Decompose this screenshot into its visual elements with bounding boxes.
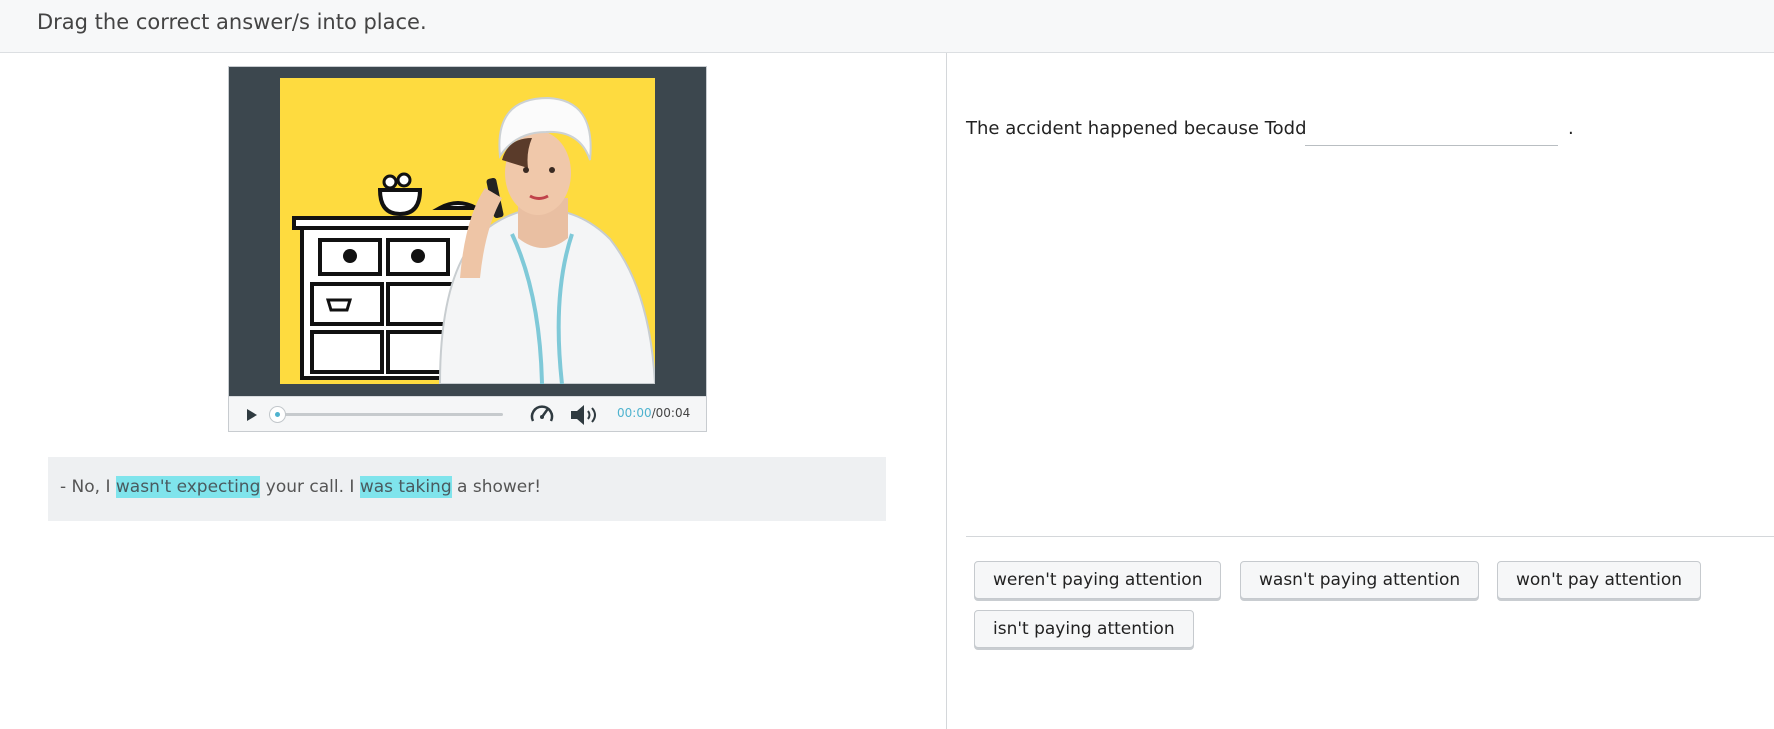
play-icon[interactable] — [241, 405, 261, 425]
playback-speed-icon[interactable] — [529, 402, 555, 428]
seek-handle[interactable] — [269, 406, 286, 423]
transcript-middle: your call. I — [260, 477, 360, 497]
current-time: 00:00 — [617, 406, 652, 420]
answer-drop-zone[interactable] — [1305, 145, 1558, 146]
player-controls: 00:00/00:04 — [229, 396, 706, 431]
transcript-box: - No, I wasn't expecting your call. I wa… — [48, 457, 886, 521]
sentence-end: . — [1568, 118, 1574, 139]
transcript-highlight: was taking — [359, 476, 452, 498]
transcript-prefix: - No, I — [60, 477, 116, 497]
answer-option[interactable]: wasn't paying attention — [1240, 561, 1480, 599]
volume-icon[interactable] — [569, 403, 601, 427]
answer-bank-divider — [966, 536, 1774, 537]
panel-divider — [946, 53, 947, 729]
video-player: 00:00/00:04 — [228, 66, 707, 432]
instruction-text: Drag the correct answer/s into place. — [37, 10, 427, 34]
seek-bar[interactable] — [273, 413, 503, 416]
instruction-bar: Drag the correct answer/s into place. — [0, 0, 1774, 53]
video-still-image — [280, 78, 655, 384]
transcript-highlight: wasn't expecting — [115, 476, 261, 498]
answer-option[interactable]: isn't paying attention — [974, 610, 1194, 648]
transcript-suffix: a shower! — [451, 477, 542, 497]
transcript-text: - No, I wasn't expecting your call. I wa… — [60, 476, 542, 498]
duration: 00:04 — [655, 406, 691, 420]
answer-option[interactable]: won't pay attention — [1497, 561, 1702, 599]
answer-option[interactable]: weren't paying attention — [974, 561, 1222, 599]
time-display: 00:00/00:04 — [617, 406, 690, 420]
video-area[interactable] — [229, 67, 706, 396]
question-sentence: The accident happened because Todd — [966, 118, 1307, 139]
